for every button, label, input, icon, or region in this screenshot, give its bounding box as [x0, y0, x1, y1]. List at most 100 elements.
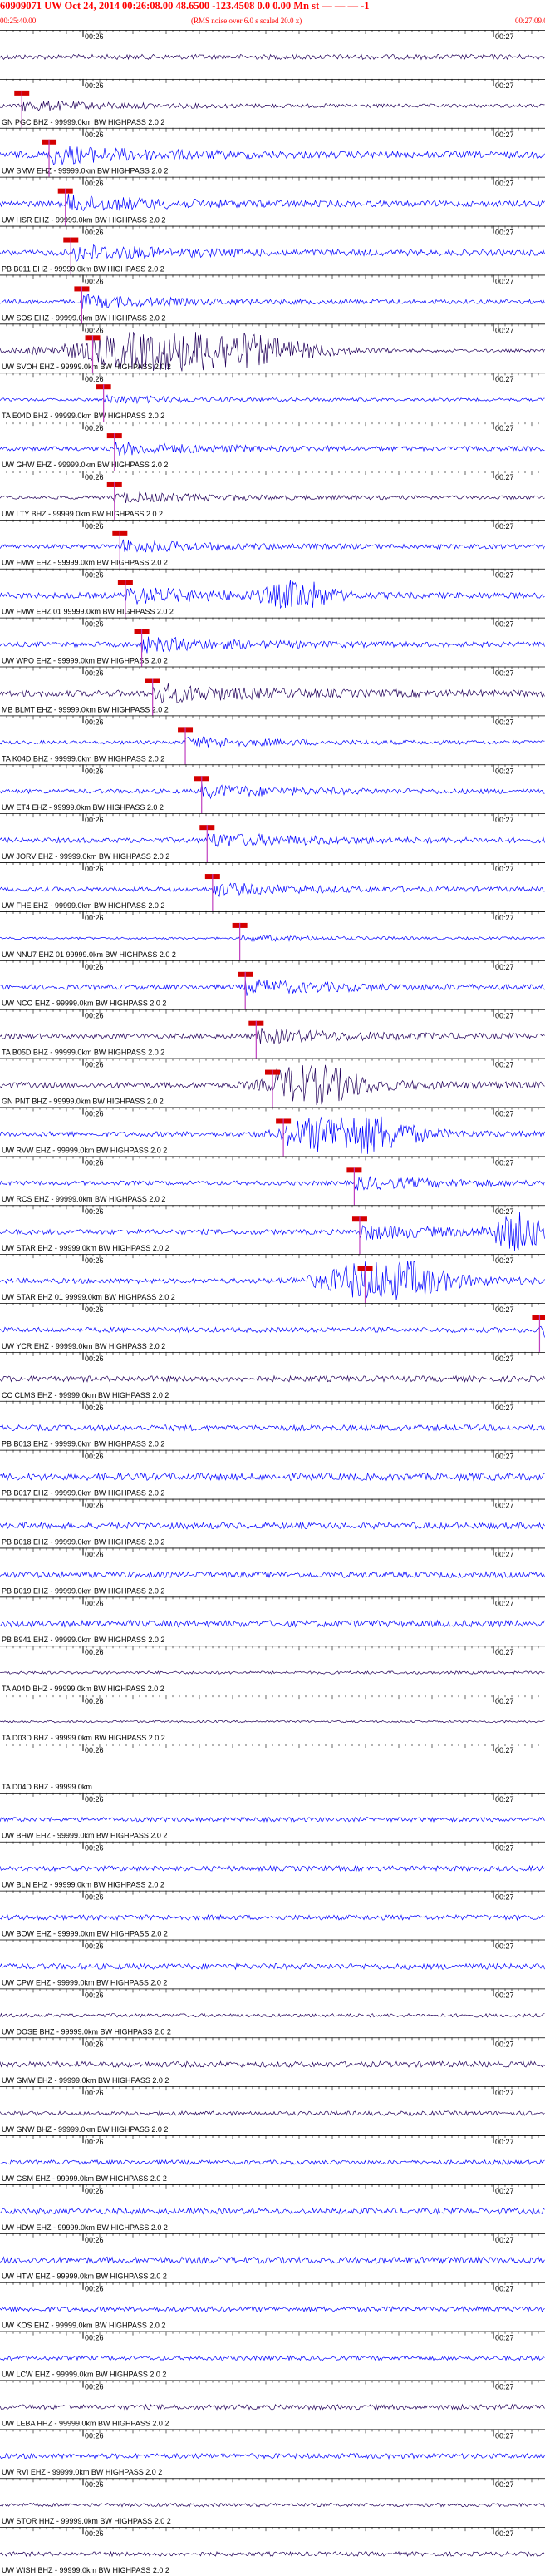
waveform: [0, 100, 545, 112]
waveform: [0, 2060, 545, 2069]
channel-label: UW FMW EHZ - 99999.0km BW HIGHPASS 2.0 2: [2, 559, 168, 567]
channel-row: 00:26 00:27 TA B05D BHZ - 99999.0km BW HIG…: [0, 1009, 545, 1059]
tick-label: 00:27: [495, 816, 514, 824]
channel-label: UW WPO EHZ - 99999.0km BW HIGHPASS 2.0 2: [2, 657, 168, 665]
tick-label: 00:27: [495, 1550, 514, 1558]
channel-row: 00:26 00:27 CC CLMS EHZ - 99999.0km BW HIG…: [0, 1351, 545, 1399]
waveform: [0, 1619, 545, 1628]
channel-row: 00:26 00:27 UW LEBA HHZ - 99999.0km BW HIG…: [0, 2380, 545, 2427]
waveform: [0, 2452, 545, 2460]
channel-label: TA A04D BHZ - 99999.0km BW HIGHPASS 2.0 …: [2, 1685, 164, 1693]
tick-label: 00:26: [85, 1697, 104, 1705]
waveform: [0, 1472, 545, 1482]
channel-label: UW GMW EHZ - 99999.0km BW HIGHPASS 2.0 2: [2, 2076, 169, 2085]
tick-label: 00:26: [85, 2529, 104, 2538]
channel-label: UW CPW EHZ - 99999.0km BW HIGHPASS 2.0 2: [2, 1978, 167, 1986]
channel-label: TA B05D BHZ - 99999.0km BW HIGHPASS 2.0 …: [2, 1049, 164, 1057]
waveform: [0, 1374, 545, 1383]
tick-label: 00:27: [495, 473, 514, 481]
tick-label: 00:26: [85, 277, 104, 285]
tick-label: 00:27: [495, 1109, 514, 1118]
channel-label: TA K04D BHZ - 99999.0km BW HIGHPASS 2.0 …: [2, 754, 164, 762]
tick-label: 00:27: [495, 1599, 514, 1607]
channel-row: 00:26 00:27 UW RVI EHZ - 99999.0km BW HIGH…: [0, 2429, 545, 2476]
channel-row: 00:26 00:27 UW FMW EHZ - 99999.0km BW HIGH…: [0, 519, 545, 569]
channel-label: UW STAR EHZ - 99999.0km BW HIGHPASS 2.0 …: [2, 1244, 169, 1252]
tick-label: 00:27: [495, 326, 514, 334]
waveform: [0, 683, 545, 704]
tick-label: 00:27: [495, 1648, 514, 1656]
tick-label: 00:26: [85, 2187, 104, 2195]
channel-row: 00:26 00:27 TA D03D BHZ - 99999.0km BW HIG…: [0, 1695, 545, 1742]
channel-label: PB B013 EHZ - 99999.0km BW HIGHPASS 2.0 …: [2, 1440, 164, 1448]
channel-row: 00:26 00:27 PB B019 EHZ - 99999.0km BW HIG…: [0, 1547, 545, 1595]
channel-label: UW STAR EHZ 01 99999.0km BW HIGHPASS 2.0…: [2, 1293, 175, 1301]
waveform: [0, 2550, 545, 2558]
channel-label: UW GSM EHZ - 99999.0km BW HIGHPASS 2.0 2: [2, 2174, 167, 2183]
channel-label: UW NNU7 EHZ 01 99999.0km BW HIGHPASS 2.0…: [2, 950, 176, 959]
channel-label: UW FMW EHZ 01 99999.0km BW HIGHPASS 2.0 …: [2, 608, 174, 616]
channel-row: 00:26 00:27 MB BLMT EHZ - 99999.0km BW HIG…: [0, 666, 545, 716]
channel-row: 00:26 00:27 UW BOW EHZ - 99999.0km BW HIGH…: [0, 1890, 545, 1938]
channel-row: 00:26 00:27 UW FMW EHZ 01 99999.0km BW HIG…: [0, 568, 545, 618]
tick-label: 00:26: [85, 1991, 104, 1999]
tick-label: 00:26: [85, 1502, 104, 1510]
channel-row: 00:26 00:27 UW GHW EHZ - 99999.0km BW HIGH…: [0, 422, 545, 471]
channel-label: UW SOS EHZ - 99999.0km BW HIGHPASS 2.0 2: [2, 313, 165, 322]
tick-label: 00:26: [85, 1599, 104, 1607]
tick-label: 00:27: [495, 767, 514, 775]
tick-label: 00:26: [85, 229, 104, 237]
tick-label: 00:26: [85, 1404, 104, 1412]
tick-label: 00:26: [85, 2480, 104, 2489]
tick-label: 00:26: [85, 620, 104, 629]
channel-label: UW LCW EHZ - 99999.0km BW HIGHPASS 2.0 2: [2, 2370, 166, 2378]
channel-row: 00:26 00:27 UW STAR EHZ 01 99999.0km BW HI…: [0, 1254, 545, 1303]
channel-row: 00:26 00:27: [0, 30, 545, 61]
waveform: [0, 1424, 545, 1432]
channel-row: 00:26 00:27 UW STAR EHZ - 99999.0km BW HIG…: [0, 1205, 545, 1255]
channel-label: PB B941 EHZ - 99999.0km BW HIGHPASS 2.0 …: [2, 1636, 164, 1644]
channel-label: UW RCS EHZ - 99999.0km BW HIGHPASS 2.0 2: [2, 1195, 165, 1203]
channel-row: 00:26 00:27 GN PGC BHZ - 99999.0km BW HIGH…: [0, 78, 545, 128]
channel-label: UW FHE EHZ - 99999.0km BW HIGHPASS 2.0 2: [2, 901, 164, 910]
channel-label: UW BOW EHZ - 99999.0km BW HIGHPASS 2.0 2: [2, 1930, 168, 1938]
tick-label: 00:26: [85, 914, 104, 922]
channel-label: UW RVW EHZ - 99999.0km BW HIGHPASS 2.0 2: [2, 1146, 167, 1154]
channel-row: 00:26 00:27 UW NCO EHZ - 99999.0km BW HIGH…: [0, 960, 545, 1009]
channel-label: GN PGC BHZ - 99999.0km BW HIGHPASS 2.0 2: [2, 118, 164, 126]
waveform: [0, 2159, 545, 2165]
channel-row: 00:26 00:27 PB B018 EHZ - 99999.0km BW HIG…: [0, 1498, 545, 1546]
tick-label: 00:27: [495, 865, 514, 873]
waveform: [0, 193, 545, 211]
channel-row: 00:26 00:27 PB B941 EHZ - 99999.0km BW HIG…: [0, 1596, 545, 1644]
tick-label: 00:27: [495, 1404, 514, 1412]
tick-label: 00:27: [495, 1502, 514, 1510]
channel-label: MB BLMT EHZ - 99999.0km BW HIGHPASS 2.0 …: [2, 705, 169, 713]
tick-label: 00:26: [85, 2040, 104, 2048]
channel-row: 00:26 00:27 UW GSM EHZ - 99999.0km BW HIGH…: [0, 2135, 545, 2183]
channel-row: 00:26 00:27 UW LTY BHZ - 99999.0km BW HIGH…: [0, 470, 545, 520]
tick-label: 00:27: [495, 2138, 514, 2146]
tick-label: 00:27: [495, 1795, 514, 1804]
tick-label: 00:27: [495, 522, 514, 530]
start-time-label: 00:25:40.00: [0, 17, 37, 25]
channel-label: TA D04D BHZ - 99999.0km: [2, 1783, 92, 1791]
tick-label: 00:27: [495, 914, 514, 922]
channel-row: 00:26 00:27 UW NNU7 EHZ 01 99999.0km BW HI…: [0, 910, 545, 960]
tick-label: 00:27: [495, 669, 514, 678]
channel-label: PB B017 EHZ - 99999.0km BW HIGHPASS 2.0 …: [2, 1489, 164, 1498]
waveform: [0, 1325, 545, 1338]
waveform: [0, 1816, 545, 1823]
channel-row: 00:26 00:27 UW STOR HHZ - 99999.0km BW HIG…: [0, 2478, 545, 2525]
channel-row: 00:26 00:27UW SVOH EHZ - 99999.0km BW HIG…: [0, 323, 545, 373]
tick-label: 00:27: [495, 277, 514, 285]
tick-label: 00:27: [495, 1061, 514, 1069]
tick-label: 00:26: [85, 522, 104, 530]
channel-row: 00:26 00:27 UW HDW EHZ - 99999.0km BW HIGH…: [0, 2184, 545, 2232]
tick-label: 00:27: [495, 1942, 514, 1951]
tick-label: 00:27: [495, 2285, 514, 2293]
channel-label: UW HTW EHZ - 99999.0km BW HIGHPASS 2.0 2: [2, 2273, 167, 2281]
seismogram-traces: 00:26 00:27 00:26 00:27 GN PGC BHZ - 99999.0…: [0, 30, 545, 2574]
tick-label: 00:26: [85, 1942, 104, 1951]
channel-row: 00:26 00:27 UW BLN EHZ - 99999.0km BW HIGH…: [0, 1841, 545, 1889]
